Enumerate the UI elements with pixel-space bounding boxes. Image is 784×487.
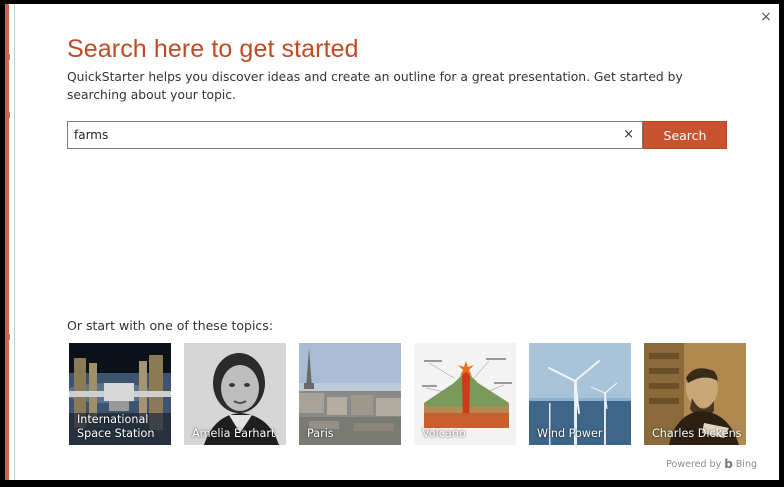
clear-search-button[interactable]: × <box>623 127 634 143</box>
topic-tile-international-space-station[interactable]: International Space Station <box>69 343 171 445</box>
close-button[interactable]: × <box>759 10 773 24</box>
search-box[interactable]: × <box>67 121 643 149</box>
powered-by-bing: Powered by b Bing <box>666 457 757 471</box>
topic-tile-label: Amelia Earhart <box>192 427 276 440</box>
quickstarter-dialog: × Search here to get started QuickStarte… <box>14 4 779 480</box>
search-button[interactable]: Search <box>643 121 727 149</box>
topic-tile-amelia-earhart[interactable]: Amelia Earhart <box>184 343 286 445</box>
topic-tile-volcano[interactable]: Volcano <box>414 343 516 445</box>
topic-tile-wind-power[interactable]: Wind Power <box>529 343 631 445</box>
topics-label: Or start with one of these topics: <box>67 318 274 333</box>
search-row: × Search <box>67 121 727 149</box>
topic-tile-paris[interactable]: Paris <box>299 343 401 445</box>
dialog-description: QuickStarter helps you discover ideas an… <box>67 70 683 102</box>
bing-brand: Bing <box>735 458 757 470</box>
topic-tiles: International Space Station Amelia Earha… <box>69 343 749 445</box>
bing-logo-icon: b <box>724 457 733 471</box>
topic-tile-charles-dickens[interactable]: Charles Dickens <box>644 343 746 445</box>
topic-tile-label: International Space Station <box>77 413 155 440</box>
dialog-title: Search here to get started <box>67 35 359 63</box>
topic-tile-label: Volcano <box>422 427 466 440</box>
topic-tile-label: Wind Power <box>537 427 603 440</box>
topic-tile-label: Paris <box>307 427 334 440</box>
search-input[interactable] <box>74 127 614 143</box>
topic-tile-label: Charles Dickens <box>652 427 742 440</box>
powered-by-label: Powered by <box>666 458 722 470</box>
background-accent-bar <box>5 4 9 480</box>
